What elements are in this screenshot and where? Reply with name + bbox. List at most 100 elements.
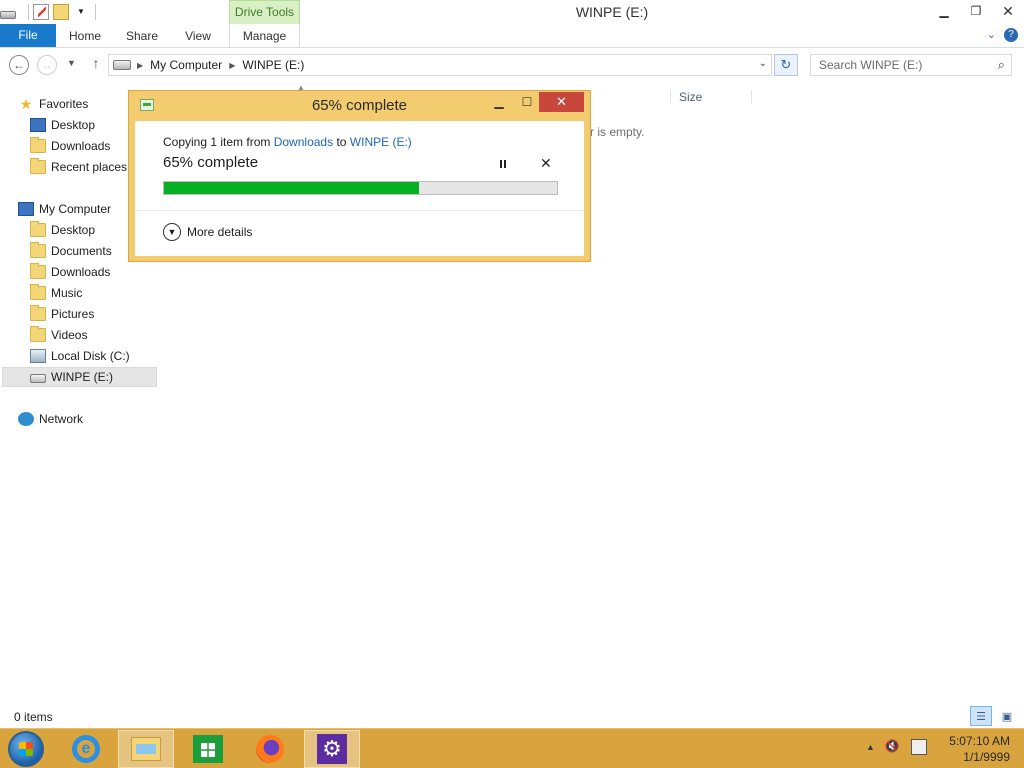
nav-network[interactable]: Network <box>18 409 176 429</box>
copy-prefix: Copying 1 item from <box>163 135 271 149</box>
store-icon <box>193 735 223 763</box>
taskbar-firefox[interactable] <box>242 730 298 768</box>
empty-folder-message: r is empty. <box>590 125 645 139</box>
details-view-icon[interactable]: ☰ <box>970 706 992 726</box>
nav-item-videos[interactable]: Videos <box>30 325 188 345</box>
ribbon-right-controls: ⌄ ? <box>987 28 1018 42</box>
breadcrumb-winpe[interactable]: WINPE (E:) <box>242 58 304 72</box>
nav-item-winpe[interactable]: WINPE (E:) <box>2 367 157 387</box>
nav-item-local-disk[interactable]: Local Disk (C:) <box>30 346 188 366</box>
column-header-size[interactable]: Size <box>670 90 752 104</box>
clock[interactable]: 5:07:10 AM 1/1/9999 <box>949 733 1010 765</box>
dialog-minimize-button[interactable]: ▁ <box>486 92 512 112</box>
source-link[interactable]: Downloads <box>274 135 333 149</box>
close-button[interactable]: ✕ <box>992 0 1024 22</box>
downloads-folder-icon <box>30 263 46 279</box>
internet-explorer-icon: e <box>72 735 100 763</box>
status-bar: 0 items ☰ ▣ <box>0 706 1024 728</box>
settings-icon: ⚙ <box>317 734 347 764</box>
back-button[interactable]: ← <box>9 55 29 75</box>
windows-drive-icon <box>30 349 46 363</box>
minimize-button[interactable]: ▁ <box>928 0 960 22</box>
show-hidden-icons-icon[interactable]: ▲ <box>866 742 875 752</box>
tab-share[interactable]: Share <box>118 24 166 47</box>
nav-item-label: Downloads <box>51 265 111 279</box>
nav-item-label: Videos <box>51 328 88 342</box>
restore-button[interactable]: ❐ <box>960 0 992 22</box>
copy-progress-dialog: 65% complete ▁ ☐ ✕ Copying 1 item from D… <box>128 90 591 262</box>
dialog-body: Copying 1 item from Downloads to WINPE (… <box>135 121 584 256</box>
recent-locations-dropdown[interactable]: ▼ <box>67 58 76 68</box>
recent-places-icon <box>30 158 46 174</box>
refresh-button[interactable]: ↻ <box>774 54 798 76</box>
breadcrumb-chevron-icon[interactable]: ▶ <box>137 61 143 70</box>
address-bar[interactable]: ▶ My Computer ▶ WINPE (E:) ⌄ <box>108 54 772 76</box>
nav-item-label: Pictures <box>51 307 95 321</box>
nav-network-label: Network <box>39 412 84 426</box>
nav-item-label: Recent places <box>51 160 128 174</box>
network-icon <box>18 412 34 426</box>
nav-item-music[interactable]: Music <box>30 283 188 303</box>
more-details-button[interactable]: ▼ More details <box>163 223 252 241</box>
chevron-down-icon: ▼ <box>163 223 181 241</box>
computer-icon <box>18 202 34 216</box>
clock-time: 5:07:10 AM <box>949 734 1010 748</box>
title-bar: ▼ Drive Tools WINPE (E:) ▁ ❐ ✕ <box>0 0 1024 24</box>
downloads-folder-icon <box>30 137 46 153</box>
music-folder-icon <box>30 284 46 300</box>
dialog-close-button[interactable]: ✕ <box>539 92 584 112</box>
star-icon: ★ <box>19 96 33 112</box>
expand-ribbon-icon[interactable]: ⌄ <box>987 28 996 42</box>
forward-button[interactable]: → <box>37 55 57 75</box>
search-input[interactable]: Search WINPE (E:) ⌕ <box>810 54 1012 76</box>
window-title: WINPE (E:) <box>575 4 649 20</box>
volume-muted-icon[interactable]: 🔇 <box>885 739 901 755</box>
taskbar-settings[interactable]: ⚙ <box>304 730 360 768</box>
up-button[interactable]: ↑ <box>88 55 104 73</box>
item-count: 0 items <box>14 710 53 724</box>
dialog-divider <box>135 210 584 211</box>
address-row: ← → ▼ ↑ ▶ My Computer ▶ WINPE (E:) ⌄ ↻ S… <box>0 48 1024 82</box>
help-icon[interactable]: ? <box>1004 28 1018 42</box>
nav-item-label: Documents <box>51 244 112 258</box>
tab-manage[interactable]: Manage <box>229 24 300 47</box>
desktop-icon <box>30 118 46 132</box>
pictures-folder-icon <box>30 305 46 321</box>
pause-icon-bar <box>504 160 506 168</box>
tab-file[interactable]: File <box>0 24 56 47</box>
clock-date: 1/1/9999 <box>963 750 1010 764</box>
nav-my-computer-label: My Computer <box>39 202 112 216</box>
taskbar-store[interactable] <box>180 730 236 768</box>
desktop-folder-icon <box>30 221 46 237</box>
taskbar-internet-explorer[interactable]: e <box>58 730 114 768</box>
breadcrumb-chevron-icon[interactable]: ▶ <box>229 61 235 70</box>
start-orb-icon[interactable] <box>8 731 44 767</box>
search-icon[interactable]: ⌕ <box>998 57 1005 73</box>
nav-favorites-label: Favorites <box>39 97 89 111</box>
more-details-label: More details <box>187 225 253 239</box>
search-placeholder: Search WINPE (E:) <box>819 58 923 72</box>
nav-item-label: Downloads <box>51 139 111 153</box>
drive-icon <box>113 60 131 70</box>
nav-item-label: Desktop <box>51 223 96 237</box>
destination-link[interactable]: WINPE (E:) <box>350 135 412 149</box>
progress-bar-fill <box>164 182 420 194</box>
pause-button[interactable] <box>495 157 511 171</box>
pause-icon-bar <box>500 160 502 168</box>
nav-item-label: Music <box>51 286 83 300</box>
dialog-maximize-button[interactable]: ☐ <box>514 92 540 112</box>
removable-drive-icon <box>30 374 46 383</box>
nav-item-label: Desktop <box>51 118 96 132</box>
tab-view[interactable]: View <box>176 24 220 47</box>
ribbon-tabs: File Home Share View Manage ⌄ ? <box>0 24 1024 48</box>
address-dropdown-icon[interactable]: ⌄ <box>759 58 767 69</box>
cancel-copy-button[interactable]: ✕ <box>540 155 552 172</box>
nav-item-pictures[interactable]: Pictures <box>30 304 188 324</box>
tab-home[interactable]: Home <box>62 24 108 47</box>
nav-item-downloads[interactable]: Downloads <box>30 262 188 282</box>
breadcrumb-my-computer[interactable]: My Computer <box>150 58 222 72</box>
firefox-icon <box>256 735 284 763</box>
network-status-icon[interactable] <box>910 739 927 755</box>
taskbar-file-explorer[interactable] <box>118 730 174 768</box>
large-icons-view-icon[interactable]: ▣ <box>996 706 1018 726</box>
